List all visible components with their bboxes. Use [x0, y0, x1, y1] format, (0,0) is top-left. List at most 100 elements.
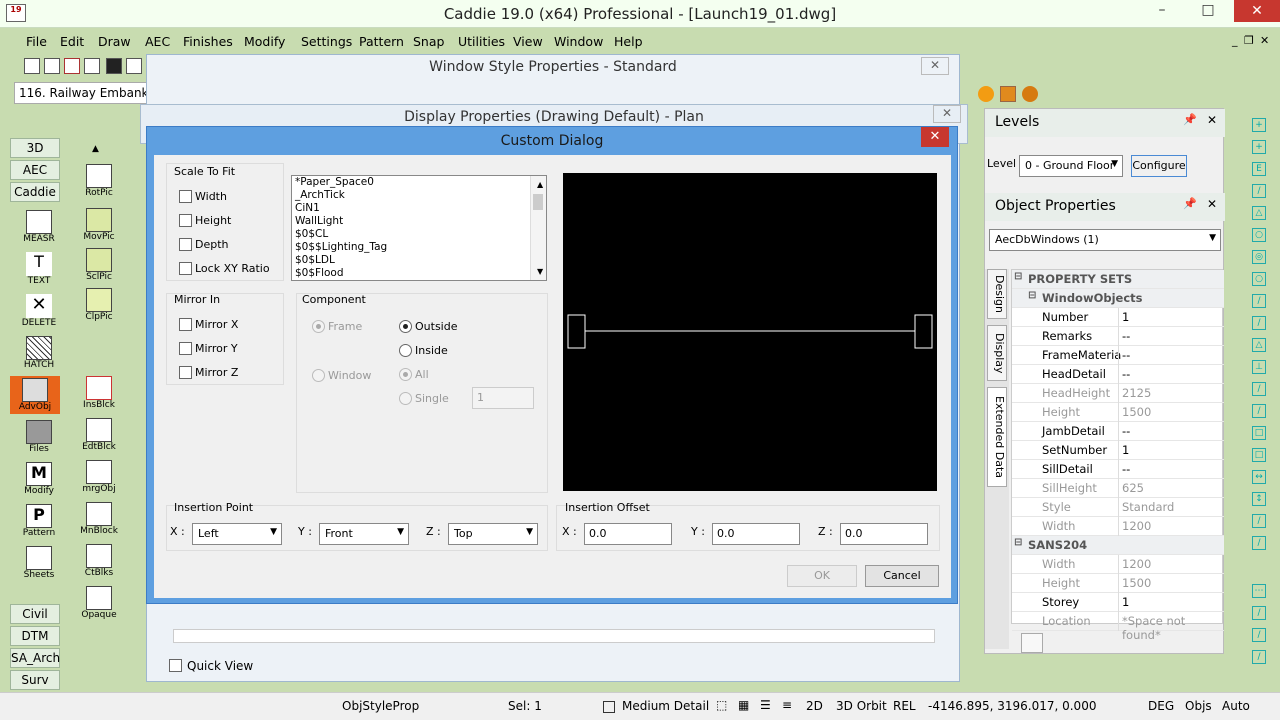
list-item[interactable]: CiN1 [292, 202, 546, 215]
list-item[interactable]: *Paper_Space0 [292, 176, 546, 189]
property-value[interactable]: -- [1122, 424, 1130, 438]
snap-icon[interactable]: ∕ [1252, 382, 1266, 396]
offset-x-field[interactable]: 0.0 [584, 523, 672, 545]
property-value[interactable]: -- [1122, 367, 1130, 381]
list-item[interactable]: $0$$Lighting_Tag [292, 241, 546, 254]
status-rel[interactable]: REL [893, 699, 916, 713]
property-value[interactable]: 1 [1122, 443, 1129, 457]
scroll-down-icon[interactable]: ▼ [534, 265, 543, 278]
snap-icon[interactable]: ⋯ [1252, 584, 1266, 598]
category-windowobjects[interactable]: ⊟ WindowObjects [1012, 289, 1224, 308]
block-list[interactable]: *Paper_Space0 _ArchTick CiN1 WallLight $… [291, 175, 547, 281]
offset-z-field[interactable]: 0.0 [840, 523, 928, 545]
tab-surv[interactable]: Surv [10, 670, 60, 690]
mrgobj-tool[interactable]: mrgObj [76, 460, 122, 494]
snap-icon[interactable]: ∕ [1252, 650, 1266, 664]
minimize-button[interactable]: – [1148, 2, 1176, 18]
maximize-button[interactable]: □ [1194, 2, 1222, 18]
list-item[interactable]: $0$CL [292, 228, 546, 241]
snap-icon[interactable]: ↕ [1252, 492, 1266, 506]
list-icon[interactable]: ☰ [760, 698, 771, 712]
table-row[interactable]: Storey 1 [1012, 593, 1224, 612]
object-properties-close-icon[interactable]: ✕ [1207, 197, 1217, 211]
property-value[interactable]: -- [1122, 348, 1130, 362]
cube-icon[interactable]: ⬚ [716, 698, 727, 712]
property-value[interactable]: -- [1122, 462, 1130, 476]
status-auto[interactable]: Auto [1222, 699, 1250, 713]
insblck-tool[interactable]: InsBlck [76, 376, 122, 410]
box-icon[interactable] [1000, 86, 1016, 102]
clppic-tool[interactable]: ClpPic [76, 288, 122, 322]
tab-design[interactable]: Design [987, 269, 1007, 319]
insertion-z-select[interactable]: Top ▼ [448, 523, 538, 545]
snap-icon[interactable]: ∕ [1252, 404, 1266, 418]
menu-help[interactable]: Help [614, 34, 643, 49]
menu-snap[interactable]: Snap [413, 34, 444, 49]
custom-dialog-close-button[interactable]: ✕ [921, 127, 949, 147]
inside-radio[interactable] [399, 344, 412, 357]
menu-pattern[interactable]: Pattern [359, 34, 404, 49]
opaque-tool[interactable]: Opaque [76, 586, 122, 620]
grid-icon[interactable]: ▦ [738, 698, 749, 712]
lock-xy-ratio-checkbox[interactable] [179, 262, 192, 275]
layer-dropdown[interactable]: 116. Railway Embankm [14, 82, 154, 104]
quick-view-checkbox[interactable] [169, 659, 182, 672]
snap-icon[interactable]: ∕ [1252, 536, 1266, 550]
table-row[interactable]: SillDetail -- [1012, 460, 1224, 479]
configure-button[interactable]: Configure [1131, 155, 1187, 177]
insertion-x-select[interactable]: Left ▼ [192, 523, 282, 545]
height-checkbox[interactable] [179, 214, 192, 227]
frame-radio[interactable] [312, 320, 325, 333]
snap-icon[interactable]: E [1252, 162, 1266, 176]
snap-icon[interactable]: + [1252, 118, 1266, 132]
list-item[interactable]: $0$LDL [292, 254, 546, 267]
mirror-x-checkbox[interactable] [179, 318, 192, 331]
mnblock-tool[interactable]: MnBlock [76, 502, 122, 536]
status-2d[interactable]: 2D [806, 699, 823, 713]
collapse-icon[interactable]: ⊟ [1014, 271, 1022, 282]
property-value[interactable]: 1 [1122, 595, 1129, 609]
ctblks-tool[interactable]: CtBlks [76, 544, 122, 578]
mirror-z-checkbox[interactable] [179, 366, 192, 379]
category-sans204[interactable]: ⊟ SANS204 [1012, 536, 1224, 555]
new-file-icon[interactable] [24, 58, 40, 74]
property-value[interactable]: 1 [1122, 310, 1129, 324]
material-icon[interactable] [1022, 86, 1038, 102]
snap-icon[interactable]: ○ [1252, 272, 1266, 286]
mdi-minimize-icon[interactable]: _ [1232, 34, 1238, 47]
snap-icon[interactable]: □ [1252, 448, 1266, 462]
list-item[interactable]: WallLight [292, 215, 546, 228]
tab-sa-arch[interactable]: SA_Arch [10, 648, 60, 668]
snap-icon[interactable]: ◎ [1252, 250, 1266, 264]
insertion-y-select[interactable]: Front ▼ [319, 523, 409, 545]
menu-draw[interactable]: Draw [98, 34, 131, 49]
ok-button[interactable]: OK [787, 565, 857, 587]
display-properties-close-button[interactable]: ✕ [933, 105, 961, 123]
menu-modify[interactable]: Modify [244, 34, 285, 49]
snap-icon[interactable]: ∕ [1252, 294, 1266, 308]
snap-icon[interactable]: + [1252, 140, 1266, 154]
property-value[interactable]: -- [1122, 329, 1130, 343]
edtblck-tool[interactable]: EdtBlck [76, 418, 122, 452]
table-row[interactable]: Number 1 [1012, 308, 1224, 327]
lines-icon[interactable]: ≡ [782, 698, 792, 712]
close-button[interactable]: ✕ [1234, 0, 1280, 22]
table-row[interactable]: Remarks -- [1012, 327, 1224, 346]
window-style-close-button[interactable]: ✕ [921, 57, 949, 75]
menu-utilities[interactable]: Utilities [458, 34, 505, 49]
collapse-icon[interactable]: ⊟ [1028, 290, 1036, 301]
list-item[interactable]: $0$Flood [292, 267, 546, 280]
table-row[interactable]: JambDetail -- [1012, 422, 1224, 441]
all-radio[interactable] [399, 368, 412, 381]
status-3d-orbit[interactable]: 3D Orbit [836, 699, 887, 713]
snap-icon[interactable]: △ [1252, 206, 1266, 220]
levels-close-icon[interactable]: ✕ [1207, 113, 1217, 127]
open-file-icon[interactable] [44, 58, 60, 74]
mdi-close-icon[interactable]: ✕ [1260, 34, 1269, 47]
pin-icon[interactable]: 📌 [1183, 197, 1197, 210]
rotpic-tool[interactable]: RotPic [76, 164, 122, 198]
pin-icon[interactable]: 📌 [1183, 113, 1197, 126]
sphere-icon[interactable] [978, 86, 994, 102]
menu-edit[interactable]: Edit [60, 34, 84, 49]
object-selector[interactable]: AecDbWindows (1) ▼ [989, 229, 1221, 251]
